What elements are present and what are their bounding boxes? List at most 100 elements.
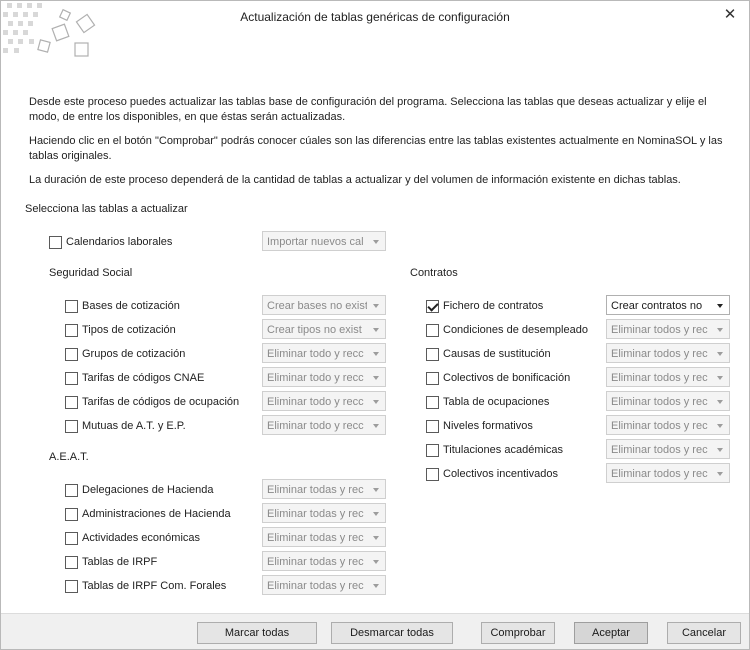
select-value: Importar nuevos cal <box>267 236 364 248</box>
logo-squares-icon <box>3 3 96 57</box>
chevron-down-icon[interactable] <box>711 392 729 410</box>
section-heading-contratos: Contratos <box>410 267 458 279</box>
chevron-down-icon[interactable] <box>711 344 729 362</box>
checkbox[interactable] <box>65 372 78 385</box>
chevron-down-icon[interactable] <box>711 416 729 434</box>
checkbox-label: Condiciones de desempleado <box>443 324 588 336</box>
update-mode-select[interactable]: Eliminar todos y rec <box>606 391 730 411</box>
check-button[interactable]: Comprobar <box>481 622 555 644</box>
checkbox[interactable] <box>65 348 78 361</box>
checkbox[interactable] <box>65 580 78 593</box>
chevron-down-icon[interactable] <box>367 368 385 386</box>
select-value: Crear bases no exist <box>267 300 368 312</box>
checkbox-checked[interactable] <box>426 300 439 313</box>
select-value: Eliminar todos y rec <box>611 468 708 480</box>
chevron-down-icon[interactable] <box>711 368 729 386</box>
chevron-down-icon[interactable] <box>367 480 385 498</box>
chevron-down-icon[interactable] <box>367 232 385 250</box>
update-mode-select[interactable]: Eliminar todos y rec <box>606 343 730 363</box>
update-mode-select[interactable]: Eliminar todo y recc <box>262 415 386 435</box>
select-value: Eliminar todos y rec <box>611 372 708 384</box>
update-mode-select[interactable]: Eliminar todas y rec <box>262 551 386 571</box>
checkbox-label: Tablas de IRPF <box>82 556 158 568</box>
select-value: Eliminar todas y rec <box>267 580 364 592</box>
chevron-down-icon[interactable] <box>711 320 729 338</box>
update-mode-select[interactable]: Eliminar todos y rec <box>606 415 730 435</box>
checkbox[interactable] <box>426 444 439 457</box>
checkbox-label: Calendarios laborales <box>66 236 173 248</box>
checkbox[interactable] <box>65 324 78 337</box>
chevron-down-icon[interactable] <box>367 552 385 570</box>
checkbox-label: Colectivos incentivados <box>443 468 558 480</box>
chevron-down-icon[interactable] <box>367 416 385 434</box>
update-mode-select[interactable]: Eliminar todos y rec <box>606 439 730 459</box>
close-icon[interactable]: ✕ <box>719 5 741 25</box>
chevron-down-icon[interactable] <box>367 320 385 338</box>
checkbox[interactable] <box>65 532 78 545</box>
update-mode-select[interactable]: Crear contratos no <box>606 295 730 315</box>
checkbox[interactable] <box>65 420 78 433</box>
update-mode-select[interactable]: Eliminar todas y rec <box>262 575 386 595</box>
intro-paragraph: Haciendo clic en el botón "Comprobar" po… <box>29 135 723 162</box>
chevron-down-icon[interactable] <box>367 576 385 594</box>
select-value: Eliminar todos y rec <box>611 324 708 336</box>
update-mode-select[interactable]: Eliminar todas y rec <box>262 527 386 547</box>
select-value: Eliminar todo y recc <box>267 372 364 384</box>
update-mode-select[interactable]: Eliminar todo y recc <box>262 343 386 363</box>
checkbox[interactable] <box>426 396 439 409</box>
chevron-down-icon[interactable] <box>367 296 385 314</box>
chevron-down-icon[interactable] <box>711 440 729 458</box>
select-value: Eliminar todas y rec <box>267 484 364 496</box>
button-bar: Marcar todas Desmarcar todas Comprobar A… <box>1 613 749 649</box>
checkbox-label: Mutuas de A.T. y E.P. <box>82 420 186 432</box>
update-mode-select[interactable]: Eliminar todos y rec <box>606 367 730 387</box>
update-mode-select[interactable]: Eliminar todas y rec <box>262 503 386 523</box>
update-mode-select[interactable]: Eliminar todos y rec <box>606 463 730 483</box>
section-heading-aeat: A.E.A.T. <box>49 451 89 463</box>
checkbox[interactable] <box>65 300 78 313</box>
checkbox[interactable] <box>65 396 78 409</box>
checkbox-label: Tipos de cotización <box>82 324 176 336</box>
checkbox[interactable] <box>426 324 439 337</box>
select-all-button[interactable]: Marcar todas <box>197 622 317 644</box>
select-value: Eliminar todos y rec <box>611 348 708 360</box>
chevron-down-icon[interactable] <box>367 528 385 546</box>
select-value: Eliminar todas y rec <box>267 532 364 544</box>
checkbox-label: Grupos de cotización <box>82 348 186 360</box>
cancel-button[interactable]: Cancelar <box>667 622 741 644</box>
checkbox[interactable] <box>426 468 439 481</box>
checkbox-label: Actividades económicas <box>82 532 201 544</box>
mode-select-calendarios[interactable]: Importar nuevos cal <box>262 231 386 251</box>
update-mode-select[interactable]: Eliminar todo y recc <box>262 367 386 387</box>
dialog-title: Actualización de tablas genéricas de con… <box>240 10 510 24</box>
update-mode-select[interactable]: Eliminar todas y rec <box>262 479 386 499</box>
intro-paragraph: Desde este proceso puedes actualizar las… <box>29 96 707 123</box>
chevron-down-icon[interactable] <box>367 344 385 362</box>
checkbox[interactable] <box>426 420 439 433</box>
checkbox[interactable] <box>65 556 78 569</box>
select-tables-label: Selecciona las tablas a actualizar <box>25 203 188 215</box>
checkbox[interactable] <box>65 508 78 521</box>
select-value: Crear tipos no exist <box>267 324 362 336</box>
checkbox[interactable] <box>49 236 62 249</box>
chevron-down-icon[interactable] <box>711 464 729 482</box>
section-heading-seguridad-social: Seguridad Social <box>49 267 133 279</box>
update-mode-select[interactable]: Crear tipos no exist <box>262 319 386 339</box>
checkbox[interactable] <box>426 372 439 385</box>
checkbox[interactable] <box>65 484 78 497</box>
select-value: Crear contratos no <box>611 300 703 312</box>
chevron-down-icon[interactable] <box>367 504 385 522</box>
accept-button[interactable]: Aceptar <box>574 622 648 644</box>
select-value: Eliminar todas y rec <box>267 508 364 520</box>
update-mode-select[interactable]: Eliminar todo y recc <box>262 391 386 411</box>
select-value: Eliminar todos y rec <box>611 396 708 408</box>
chevron-down-icon[interactable] <box>711 296 729 314</box>
checkbox[interactable] <box>426 348 439 361</box>
chevron-down-icon[interactable] <box>367 392 385 410</box>
intro-paragraph: La duración de este proceso dependerá de… <box>29 174 681 186</box>
update-mode-select[interactable]: Eliminar todos y rec <box>606 319 730 339</box>
update-mode-select[interactable]: Crear bases no exist <box>262 295 386 315</box>
select-value: Eliminar todas y rec <box>267 556 364 568</box>
deselect-all-button[interactable]: Desmarcar todas <box>331 622 453 644</box>
checkbox-label: Bases de cotización <box>82 300 180 312</box>
